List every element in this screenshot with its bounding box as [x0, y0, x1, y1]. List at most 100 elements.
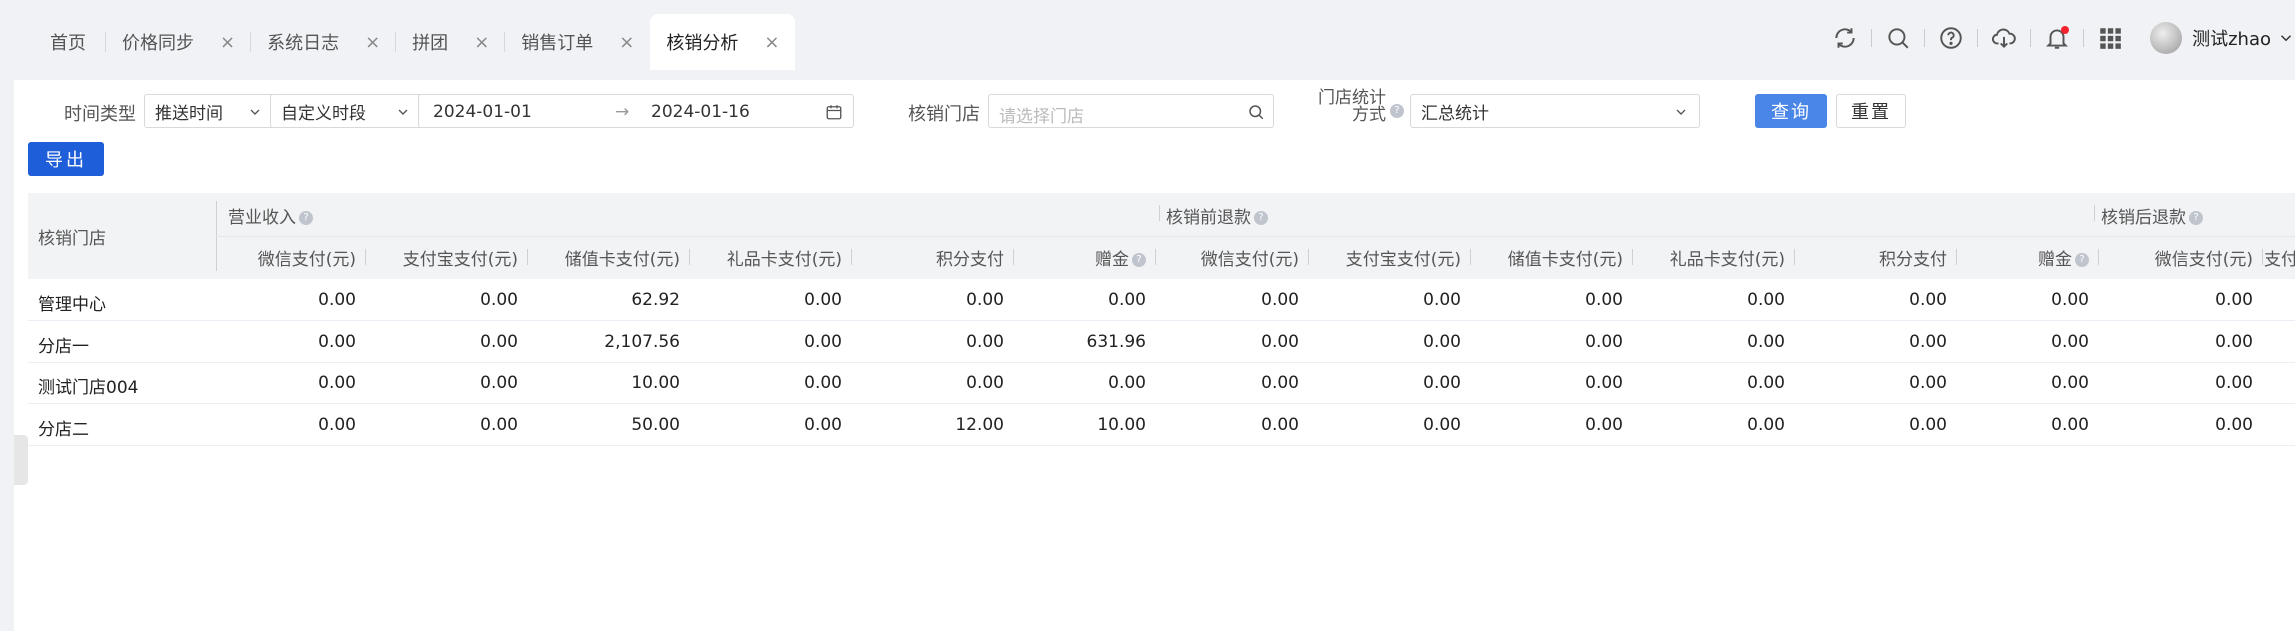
tab-home[interactable]: 首页 [30, 14, 106, 70]
apps-grid-icon[interactable] [2084, 14, 2136, 62]
amount-cell: 0.00 [318, 331, 356, 352]
reset-button[interactable]: 重置 [1836, 94, 1906, 128]
tab-label: 销售订单 [521, 33, 594, 54]
table-row[interactable]: 管理中心 0.00 0.00 62.92 0.00 0.00 0.00 0.00 0.00 0.0… [28, 279, 2295, 321]
query-button[interactable]: 查询 [1755, 94, 1827, 128]
close-icon[interactable]: × [365, 32, 380, 53]
table-row[interactable]: 分店二 0.00 0.00 50.00 0.00 12.00 10.00 0.00 0.00 0.… [28, 404, 2295, 446]
user-name[interactable]: 测试zhao [2192, 25, 2271, 51]
store-search-input[interactable]: 请选择门店 [988, 94, 1274, 128]
close-icon[interactable]: × [619, 32, 634, 53]
tab-group-buy[interactable]: 拼团 × [396, 14, 506, 70]
period-select[interactable]: 自定义时段 [270, 94, 422, 128]
tab-strip: 首页 价格同步 × 系统日志 × 拼团 × 销售订单 × 核销分析 × [30, 14, 796, 70]
column-header-label: 微信支付(元) [2154, 250, 2253, 270]
header-divider [1956, 249, 1957, 265]
group-header-label: 核销前退款 [1166, 208, 1251, 228]
stat-method-label: 门店统计 方式 [1312, 90, 1386, 124]
amount-cell: 0.00 [2215, 290, 2253, 310]
store-column-header: 核销门店 [38, 229, 106, 249]
time-type-label: 时间类型 [64, 104, 136, 125]
content-panel: 时间类型 推送时间 自定义时段 2024-01-01 → 2024-01-16 … [14, 80, 2295, 631]
header-divider [527, 249, 528, 265]
export-button[interactable]: 导出 [28, 142, 104, 176]
tab-price-sync[interactable]: 价格同步 × [106, 14, 252, 70]
help-icon[interactable] [1925, 14, 1977, 62]
chevron-down-icon [1676, 109, 1686, 115]
tab-verification-analysis[interactable]: 核销分析 × [650, 14, 796, 70]
chevron-down-icon [250, 109, 260, 115]
column-header: 积分支付 [1879, 245, 1947, 270]
column-header-label: 赠金 [2038, 250, 2072, 270]
tab-sales-order[interactable]: 销售订单 × [505, 14, 650, 70]
time-type-value: 推送时间 [155, 103, 223, 124]
amount-cell: 0.00 [1747, 290, 1785, 310]
stat-method-select[interactable]: 汇总统计 [1410, 94, 1700, 128]
chevron-down-icon [398, 109, 408, 115]
date-end[interactable]: 2024-01-16 [651, 102, 750, 122]
help-icon[interactable]: ? [299, 211, 313, 225]
group-header-label: 营业收入 [228, 208, 296, 228]
close-icon[interactable]: × [220, 32, 235, 53]
amount-cell: 2,107.56 [604, 331, 680, 352]
sidebar-collapse-handle[interactable] [14, 435, 28, 485]
amount-cell: 0.00 [804, 290, 842, 310]
amount-cell: 0.00 [318, 373, 356, 393]
amount-cell: 0.00 [804, 331, 842, 352]
help-icon[interactable]: ? [1390, 104, 1404, 118]
amount-cell: 0.00 [1585, 331, 1623, 352]
tab-label: 价格同步 [122, 33, 194, 54]
top-bar: 首页 价格同步 × 系统日志 × 拼团 × 销售订单 × 核销分析 × 测试zh… [0, 0, 2295, 70]
store-name-cell: 分店一 [38, 336, 89, 357]
column-header: 微信支付(元) [1201, 245, 1299, 270]
amount-cell: 0.00 [1423, 414, 1461, 435]
stat-method-value: 汇总统计 [1421, 103, 1489, 124]
amount-cell: 0.00 [1585, 373, 1623, 393]
table-row[interactable]: 测试门店004 0.00 0.00 10.00 0.00 0.00 0.00 0.00 0.00… [28, 362, 2295, 404]
avatar[interactable] [2150, 22, 2183, 54]
table-header: 核销门店 营业收入? 核销前退款? 核销后退款? 微信支付(元) 支付宝支付(元)… [28, 193, 2295, 279]
chevron-down-icon[interactable] [2277, 29, 2295, 47]
table-row[interactable]: 分店一 0.00 0.00 2,107.56 0.00 0.00 631.96 0.00 0.0… [28, 321, 2295, 363]
group-header-revenue: 营业收入? [228, 203, 313, 228]
header-divider [1013, 249, 1014, 265]
bell-icon[interactable] [2031, 14, 2083, 62]
column-header-label: 礼品卡支付(元) [1669, 250, 1785, 270]
header-divider [2098, 249, 2099, 265]
amount-cell: 62.92 [631, 290, 680, 310]
search-icon[interactable] [1872, 14, 1924, 62]
close-icon[interactable]: × [764, 32, 779, 53]
date-range-picker[interactable]: 2024-01-01 → 2024-01-16 [418, 94, 854, 128]
amount-cell: 0.00 [1423, 290, 1461, 310]
amount-cell: 0.00 [1423, 331, 1461, 352]
amount-cell: 0.00 [2051, 373, 2089, 393]
column-header: 积分支付 [936, 245, 1004, 270]
amount-cell: 0.00 [2051, 331, 2089, 352]
group-header-pre-refund: 核销前退款? [1166, 203, 1268, 228]
amount-cell: 0.00 [1423, 373, 1461, 393]
store-label: 核销门店 [908, 104, 980, 125]
date-start[interactable]: 2024-01-01 [433, 102, 532, 122]
amount-cell: 0.00 [480, 290, 518, 310]
header-divider [851, 249, 852, 265]
amount-cell: 50.00 [631, 414, 680, 435]
tab-system-log[interactable]: 系统日志 × [251, 14, 397, 70]
close-icon[interactable]: × [474, 32, 489, 53]
help-icon[interactable]: ? [1254, 211, 1268, 225]
amount-cell: 0.00 [1108, 373, 1146, 393]
amount-cell: 0.00 [2215, 373, 2253, 393]
column-header-label: 支付宝支付(元) [1345, 250, 1461, 270]
help-icon[interactable]: ? [2189, 211, 2203, 225]
search-icon[interactable] [1247, 103, 1265, 121]
help-icon[interactable]: ? [1132, 253, 1146, 267]
column-header: 支付 [2264, 245, 2295, 270]
tab-label: 核销分析 [666, 33, 739, 54]
time-type-select[interactable]: 推送时间 [144, 94, 274, 128]
help-icon[interactable]: ? [2075, 253, 2089, 267]
column-header: 礼品卡支付(元) [727, 245, 842, 270]
amount-cell: 0.00 [1747, 373, 1785, 393]
cloud-download-icon[interactable] [1978, 14, 2030, 62]
store-placeholder: 请选择门店 [999, 107, 1084, 127]
refresh-icon[interactable] [1819, 14, 1871, 62]
amount-cell: 12.00 [955, 414, 1004, 435]
